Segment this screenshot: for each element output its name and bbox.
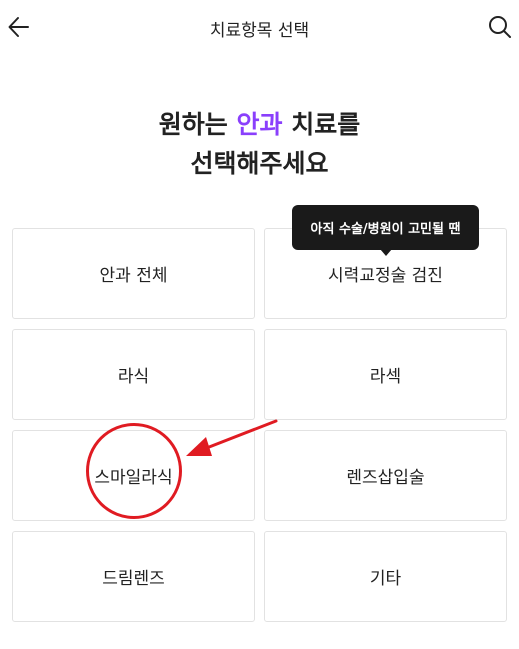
app-header: 치료항목 선택: [0, 0, 519, 56]
heading-accent: 안과: [236, 110, 283, 139]
tooltip: 아직 수술/병원이 고민될 땐: [292, 205, 479, 250]
page: 치료항목 선택 원하는 안과 치료를 선택해주세요 안과 전체 시력교정술 검진…: [0, 0, 519, 649]
page-title: 치료항목 선택: [209, 21, 310, 41]
option-label: 렌즈삽입술: [346, 468, 425, 488]
option-dream-lens[interactable]: 드림렌즈: [12, 531, 255, 622]
option-label: 시력교정술 검진: [328, 266, 443, 286]
option-lasik[interactable]: 라식: [12, 329, 255, 420]
option-label: 기타: [369, 569, 402, 589]
option-lasek[interactable]: 라섹: [264, 329, 507, 420]
heading-text-pre: 원하는: [158, 110, 237, 139]
tooltip-pointer: [380, 249, 392, 256]
search-icon: [489, 16, 511, 38]
heading-line-1: 원하는 안과 치료를: [0, 105, 519, 144]
option-label: 라식: [117, 367, 150, 387]
option-label: 라섹: [369, 367, 402, 387]
highlight-circle: [86, 423, 182, 519]
option-other[interactable]: 기타: [264, 531, 507, 622]
heading-line-2: 선택해주세요: [190, 149, 329, 178]
option-label: 드림렌즈: [102, 569, 165, 589]
heading-text-post: 치료를: [282, 110, 361, 139]
option-all[interactable]: 안과 전체: [12, 228, 255, 319]
selection-heading: 원하는 안과 치료를 선택해주세요: [0, 105, 519, 183]
search-button[interactable]: [485, 12, 515, 42]
tooltip-text: 아직 수술/병원이 고민될 땐: [310, 222, 461, 237]
option-label: 안과 전체: [99, 266, 168, 286]
option-lens-implant[interactable]: 렌즈삽입술: [264, 430, 507, 521]
